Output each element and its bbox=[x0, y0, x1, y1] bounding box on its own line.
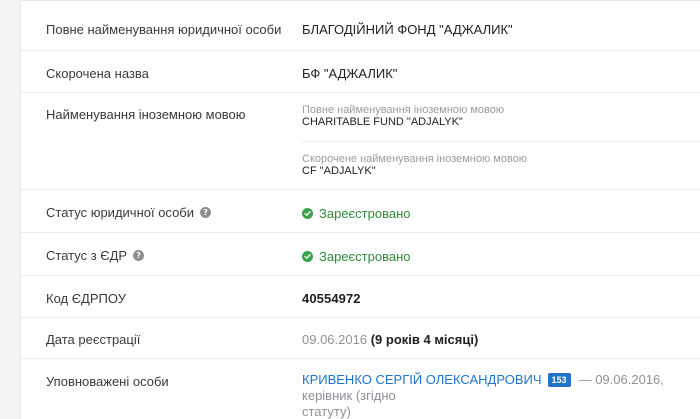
row-foreign-name: Найменування іноземною мовою Повне найме… bbox=[21, 93, 700, 190]
person-details-line2: статуту) bbox=[302, 404, 351, 419]
check-circle-icon bbox=[302, 208, 313, 219]
registration-label: Дата реєстрації bbox=[46, 332, 141, 347]
company-details-card: Повне найменування юридичної особи БЛАГО… bbox=[20, 0, 700, 419]
row-registration-date: Дата реєстрації 09.06.2016 (9 років 4 мі… bbox=[21, 318, 700, 359]
registration-date: 09.06.2016 bbox=[302, 332, 368, 347]
check-circle-icon bbox=[302, 251, 313, 262]
foreign-full-value: CHARITABLE FUND "ADJALYK" bbox=[302, 116, 463, 128]
row-full-name: Повне найменування юридичної особи БЛАГО… bbox=[21, 1, 700, 51]
edr-status-label-text: Статус з ЄДР bbox=[46, 248, 128, 263]
edr-status-value: Зареєстровано bbox=[302, 249, 411, 264]
authorized-label: Уповноважені особи bbox=[46, 374, 169, 389]
foreign-divider bbox=[302, 141, 700, 142]
person-name-link[interactable]: КРИВЕНКО СЕРГІЙ ОЛЕКСАНДРОВИЧ bbox=[302, 372, 542, 387]
row-legal-status: Статус юридичної особи ? Зареєстровано bbox=[21, 190, 700, 233]
foreign-short-block: Скорочене найменування іноземною мовою C… bbox=[302, 153, 527, 177]
foreign-full-caption: Повне найменування іноземною мовою bbox=[302, 104, 505, 116]
short-name-value: БФ "АДЖАЛИК" bbox=[302, 66, 398, 81]
row-authorized-persons: Уповноважені особи КРИВЕНКО СЕРГІЙ ОЛЕКС… bbox=[21, 359, 700, 419]
authorized-person: КРИВЕНКО СЕРГІЙ ОЛЕКСАНДРОВИЧ 153— 09.06.… bbox=[302, 372, 700, 419]
row-edrpou: Код ЄДРПОУ 40554972 bbox=[21, 276, 700, 318]
row-short-name: Скорочена назва БФ "АДЖАЛИК" bbox=[21, 51, 700, 93]
help-icon[interactable]: ? bbox=[200, 207, 212, 218]
full-name-label: Повне найменування юридичної особи bbox=[46, 22, 282, 37]
foreign-name-label: Найменування іноземною мовою bbox=[46, 107, 246, 122]
help-icon[interactable]: ? bbox=[133, 250, 145, 261]
registration-duration: (9 років 4 місяці) bbox=[370, 332, 479, 347]
legal-status-text: Зареєстровано bbox=[319, 206, 411, 221]
legal-status-label: Статус юридичної особи ? bbox=[46, 205, 212, 220]
registration-value: 09.06.2016 (9 років 4 місяці) bbox=[302, 332, 478, 347]
legal-status-value: Зареєстровано bbox=[302, 206, 411, 221]
person-count-badge[interactable]: 153 bbox=[547, 373, 571, 387]
edr-status-text: Зареєстровано bbox=[319, 249, 411, 264]
foreign-full-block: Повне найменування іноземною мовою CHARI… bbox=[302, 104, 504, 128]
full-name-value: БЛАГОДІЙНИЙ ФОНД "АДЖАЛИК" bbox=[302, 22, 513, 37]
row-edr-status: Статус з ЄДР ? Зареєстровано bbox=[21, 233, 700, 276]
foreign-short-value: CF "ADJALYK" bbox=[302, 165, 376, 177]
legal-status-label-text: Статус юридичної особи bbox=[46, 205, 195, 220]
edrpou-label: Код ЄДРПОУ bbox=[46, 291, 126, 306]
short-name-label: Скорочена назва bbox=[46, 66, 149, 81]
edrpou-value: 40554972 bbox=[302, 291, 361, 306]
foreign-short-caption: Скорочене найменування іноземною мовою bbox=[302, 153, 528, 165]
edr-status-label: Статус з ЄДР ? bbox=[46, 248, 145, 263]
